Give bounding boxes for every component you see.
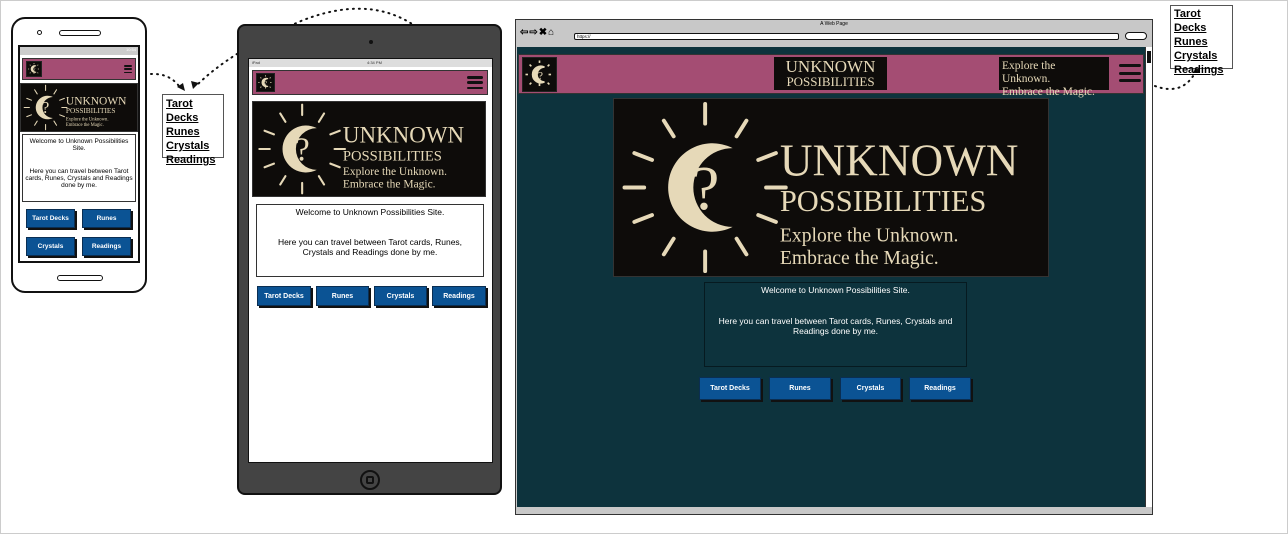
welcome-text: Here you can travel between Tarot cards,… <box>277 237 463 257</box>
welcome-heading: Welcome to Unknown Possibilities Site. <box>295 207 445 217</box>
logo-icon[interactable] <box>26 61 42 77</box>
svg-text:POSSIBILITIES: POSSIBILITIES <box>780 184 987 218</box>
phone-camera <box>37 30 42 35</box>
svg-text:UNKNOWN: UNKNOWN <box>343 123 465 148</box>
menu-link-runes[interactable]: Runes <box>166 125 220 139</box>
header-tagline: Explore the Unknown. Embrace the Magic. <box>999 57 1109 98</box>
svg-text:Embrace the Magic.: Embrace the Magic. <box>343 179 436 191</box>
hamburger-menu-button[interactable] <box>467 76 483 89</box>
readings-button[interactable]: Readings <box>82 237 131 256</box>
menu-link-crystals[interactable]: Crystals <box>1174 49 1229 63</box>
hero-banner: UNKNOWN POSSIBILITIES Explore the Unknow… <box>613 98 1049 277</box>
svg-text:Embrace the Magic.: Embrace the Magic. <box>780 247 939 269</box>
svg-text:Embrace the Magic.: Embrace the Magic. <box>66 123 104 128</box>
runes-button[interactable]: Runes <box>316 286 369 306</box>
readings-button[interactable]: Readings <box>909 377 971 400</box>
logo-icon[interactable] <box>522 57 557 92</box>
svg-text:UNKNOWN: UNKNOWN <box>780 136 1019 186</box>
welcome-box: Welcome to Unknown Possibilities Site. H… <box>256 204 484 277</box>
url-bar[interactable]: https:// <box>574 33 1119 40</box>
tarot-decks-button[interactable]: Tarot Decks <box>699 377 761 400</box>
phone-menu-arrow <box>150 72 182 90</box>
welcome-heading: Welcome to Unknown Possibilities Site. <box>761 285 910 295</box>
svg-text:Explore the Unknown.: Explore the Unknown. <box>780 225 959 247</box>
welcome-text: Here you can travel between Tarot cards,… <box>25 168 133 189</box>
svg-text:Explore the Unknown.: Explore the Unknown. <box>343 166 447 178</box>
welcome-heading: Welcome to Unknown Possibilities Site. <box>29 138 129 152</box>
tablet-header <box>252 70 488 95</box>
menu-link-readings[interactable]: Readings <box>1174 63 1229 77</box>
browser-nav-icons: ⇦⇨✖⌂ <box>520 27 555 38</box>
menu-link-tarot-decks[interactable]: Tarot Decks <box>166 97 220 125</box>
phone-status-time: 10:54 <box>20 47 138 55</box>
menu-link-tarot-decks[interactable]: Tarot Decks <box>1174 7 1229 35</box>
home-icon[interactable]: ⌂ <box>548 27 555 38</box>
tablet-camera <box>369 40 373 44</box>
phone-mockup: 10:54 UNKNOWN POSSIBILITIES Explore the … <box>11 17 147 293</box>
crystals-button[interactable]: Crystals <box>840 377 901 400</box>
welcome-box: Welcome to Unknown Possibilities Site. H… <box>22 134 136 202</box>
svg-text:UNKNOWN: UNKNOWN <box>66 95 127 107</box>
hamburger-menu-button[interactable] <box>1119 64 1141 82</box>
tarot-decks-button[interactable]: Tarot Decks <box>26 209 75 228</box>
menu-link-crystals[interactable]: Crystals <box>166 139 220 153</box>
browser-viewport: UNKNOWN POSSIBILITIES Explore the Unknown… <box>517 47 1145 507</box>
phone-home-bar <box>57 275 103 281</box>
menu-link-readings[interactable]: Readings <box>166 153 220 167</box>
desktop-nav-menu: Tarot Decks Runes Crystals Readings <box>1170 5 1233 76</box>
vertical-scrollbar[interactable] <box>1145 47 1152 507</box>
desktop-header: UNKNOWN POSSIBILITIES Explore the Unknown… <box>518 54 1144 98</box>
svg-text:Explore the Unknown.: Explore the Unknown. <box>66 118 109 123</box>
phone-speaker <box>59 30 101 36</box>
browser-window: A Web Page ⇦⇨✖⌂ https:// UNKNOWN POSSIBIL… <box>515 19 1153 515</box>
svg-text:POSSIBILITIES: POSSIBILITIES <box>66 106 115 115</box>
hero-banner: UNKNOWN POSSIBILITIES Explore the Unknow… <box>20 83 138 132</box>
crystals-button[interactable]: Crystals <box>26 237 75 256</box>
phone-screen: 10:54 UNKNOWN POSSIBILITIES Explore the … <box>18 45 140 263</box>
crystals-button[interactable]: Crystals <box>374 286 427 306</box>
logo-icon[interactable] <box>256 73 275 92</box>
hamburger-menu-button[interactable] <box>124 65 132 73</box>
tarot-decks-button[interactable]: Tarot Decks <box>257 286 311 306</box>
forward-icon[interactable]: ⇨ <box>529 27 538 38</box>
tablet-status-time: 4:34 PM <box>367 60 382 65</box>
welcome-box: Welcome to Unknown Possibilities Site. H… <box>704 282 967 367</box>
back-icon[interactable]: ⇦ <box>520 27 529 38</box>
tablet-status-device: iPad <box>252 60 261 65</box>
menu-link-runes[interactable]: Runes <box>1174 35 1229 49</box>
runes-button[interactable]: Runes <box>82 209 131 228</box>
runes-button[interactable]: Runes <box>769 377 831 400</box>
tablet-mockup: iPad 4:34 PM UNKNOWN POSSIBILITIES Explor… <box>237 24 502 495</box>
browser-title: A Web Page <box>820 21 848 27</box>
search-icon[interactable] <box>1125 32 1147 40</box>
header-title: UNKNOWN POSSIBILITIES <box>774 57 887 90</box>
tablet-screen: iPad 4:34 PM UNKNOWN POSSIBILITIES Explor… <box>248 58 493 463</box>
welcome-text: Here you can travel between Tarot cards,… <box>718 316 953 336</box>
stop-icon[interactable]: ✖ <box>539 27 548 38</box>
svg-text:POSSIBILITIES: POSSIBILITIES <box>343 148 442 164</box>
hero-banner: UNKNOWN POSSIBILITIES Explore the Unknow… <box>252 101 486 197</box>
readings-button[interactable]: Readings <box>432 286 486 306</box>
phone-nav-menu: Tarot Decks Runes Crystals Readings <box>162 94 224 166</box>
phone-header <box>22 58 136 80</box>
tablet-home-button[interactable] <box>360 470 380 490</box>
